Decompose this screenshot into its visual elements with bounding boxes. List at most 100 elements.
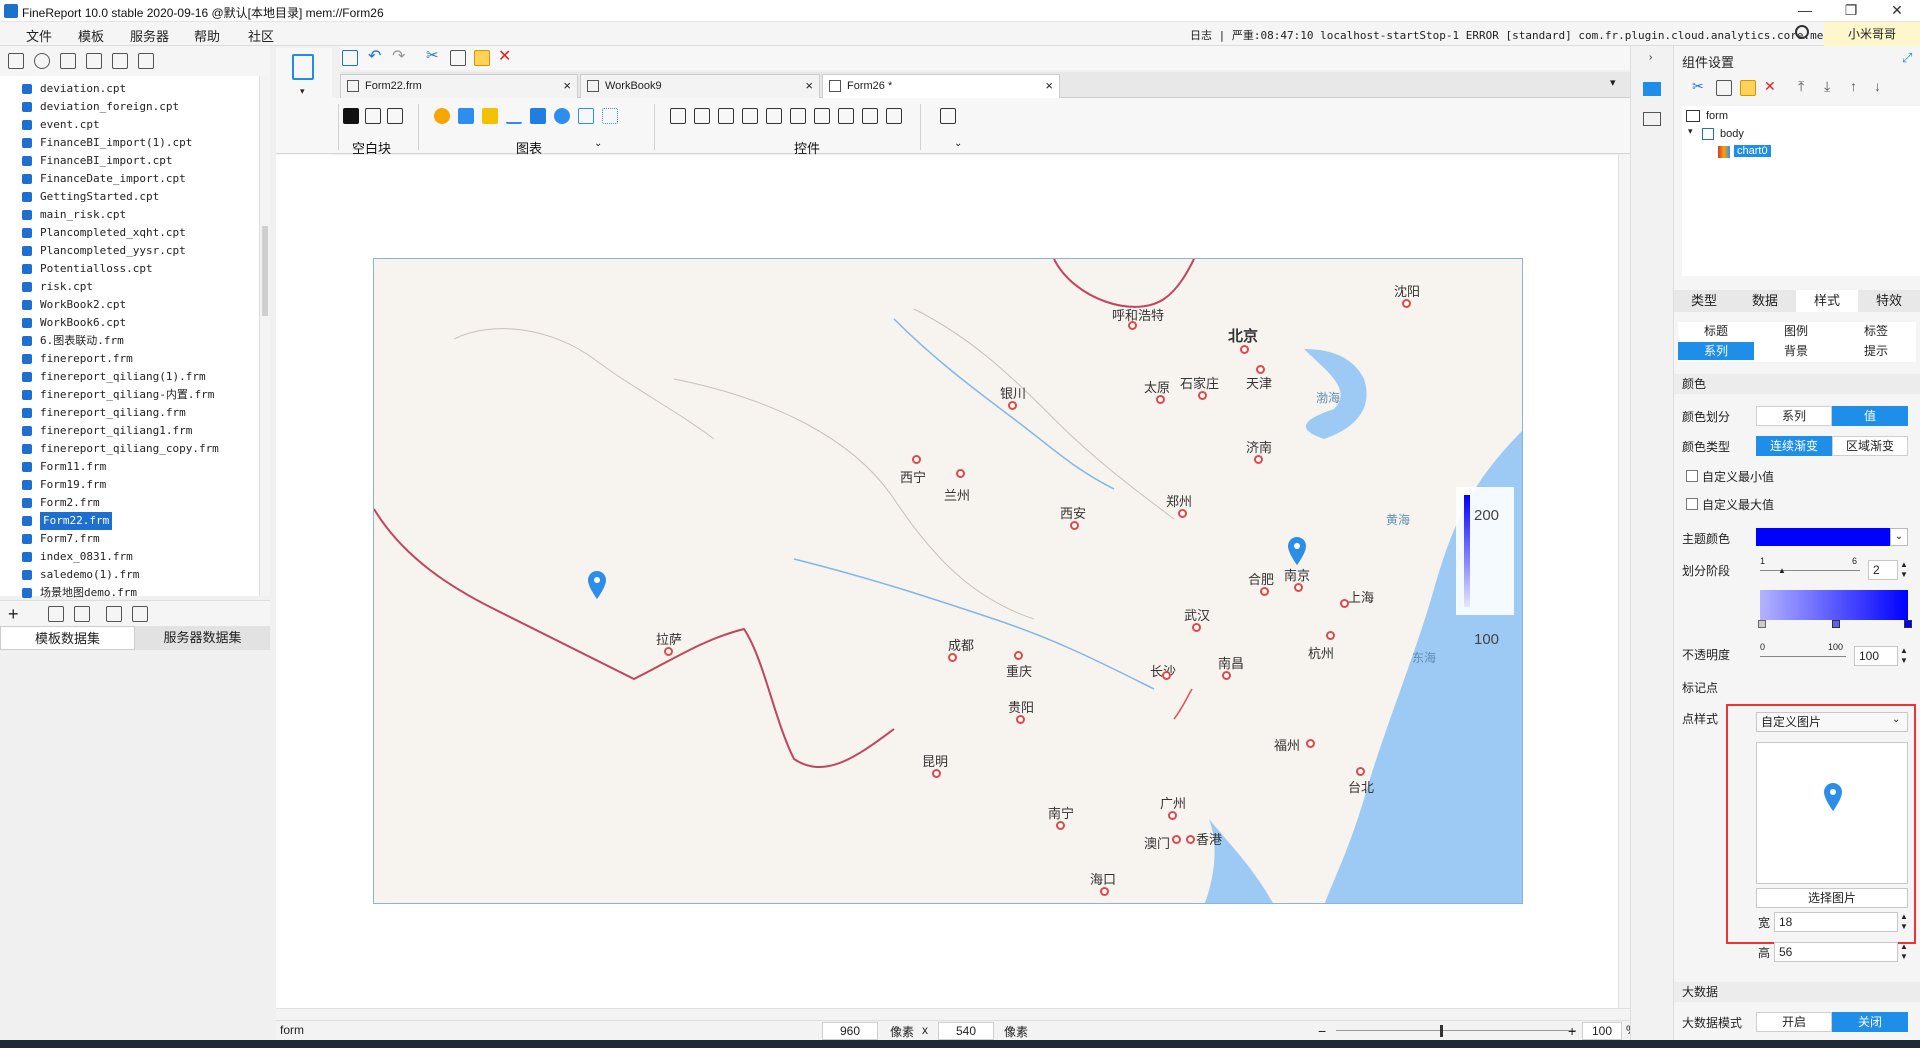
- copy-icon[interactable]: [138, 53, 154, 69]
- tab-type[interactable]: 类型: [1674, 290, 1734, 312]
- city-marker[interactable]: [912, 455, 921, 464]
- redo-icon[interactable]: ↷: [392, 46, 405, 66]
- stage-input[interactable]: 2: [1868, 560, 1898, 580]
- city-marker[interactable]: [1254, 455, 1263, 464]
- marker-height-input[interactable]: 56: [1774, 942, 1898, 962]
- widget-icon-9[interactable]: [862, 108, 878, 124]
- canvas-hscroll[interactable]: [276, 1008, 1630, 1020]
- locate-icon[interactable]: [86, 53, 102, 69]
- gauge-chart-icon[interactable]: [554, 108, 570, 124]
- zoom-slider-thumb[interactable]: [1440, 1025, 1443, 1037]
- city-marker[interactable]: [1222, 671, 1231, 680]
- theme-color-swatch[interactable]: [1756, 528, 1890, 546]
- widget-expand-icon[interactable]: ⌄: [954, 138, 962, 149]
- chevron-down-icon[interactable]: ▾: [1688, 126, 1693, 137]
- zoom-out-icon[interactable]: −: [1318, 1023, 1326, 1039]
- zoom-slider[interactable]: [1336, 1030, 1576, 1031]
- city-marker[interactable]: [1356, 767, 1365, 776]
- widget-icon-2[interactable]: [694, 108, 710, 124]
- move-bottom-icon[interactable]: ⤓: [1824, 78, 1830, 95]
- height-field[interactable]: 540: [938, 1022, 994, 1040]
- map-chart[interactable]: 沈阳 呼和浩特 北京 天津 石家庄 太原 银川 济南 西宁 兰州 西安 郑州 合…: [373, 258, 1523, 904]
- widget-icon-7[interactable]: [814, 108, 830, 124]
- widget-icon-8[interactable]: [838, 108, 854, 124]
- city-marker[interactable]: [1178, 509, 1187, 518]
- bigdata-on[interactable]: 开启: [1756, 1012, 1832, 1032]
- city-marker[interactable]: [1240, 345, 1249, 354]
- form-insert-icon[interactable]: [292, 54, 314, 80]
- city-marker[interactable]: [1260, 587, 1269, 596]
- minimize-button[interactable]: —: [1782, 0, 1828, 22]
- subtab-background[interactable]: 背景: [1758, 342, 1834, 360]
- chart-expand-icon[interactable]: ⌄: [594, 138, 602, 149]
- menu-help[interactable]: 帮助: [194, 26, 220, 45]
- line-chart-icon[interactable]: [506, 108, 522, 124]
- pie-chart-icon[interactable]: [434, 108, 450, 124]
- color-section[interactable]: 颜色: [1674, 374, 1920, 394]
- width-field[interactable]: 960: [822, 1022, 878, 1040]
- city-marker[interactable]: [1056, 821, 1065, 830]
- type-region[interactable]: 区域渐变: [1832, 436, 1908, 456]
- tab-style[interactable]: 样式: [1796, 290, 1858, 312]
- layout-icon[interactable]: [1643, 112, 1661, 126]
- tab-form22[interactable]: Form22.frm ×: [340, 74, 578, 98]
- component-settings-icon[interactable]: [1643, 82, 1661, 96]
- city-marker[interactable]: [1070, 521, 1079, 530]
- close-button[interactable]: ✕: [1874, 0, 1920, 22]
- city-marker[interactable]: [932, 769, 941, 778]
- zoom-in-icon[interactable]: +: [1568, 1023, 1576, 1039]
- block-icon-3[interactable]: [387, 108, 403, 124]
- city-marker[interactable]: [1402, 299, 1411, 308]
- cut-widget-icon[interactable]: ✂: [1692, 78, 1704, 95]
- save-icon[interactable]: [342, 50, 358, 66]
- tab-form26[interactable]: Form26 * ×: [822, 74, 1060, 98]
- paste-widget-icon[interactable]: [1740, 80, 1756, 96]
- widget-icon-1[interactable]: [670, 108, 686, 124]
- tab-data[interactable]: 数据: [1734, 290, 1796, 312]
- move-up-icon[interactable]: ↑: [1850, 78, 1857, 94]
- widget-icon-4[interactable]: [742, 108, 758, 124]
- tab-menu-icon[interactable]: ▾: [1610, 76, 1616, 89]
- area-chart-icon[interactable]: [530, 108, 546, 124]
- file-scrollbar[interactable]: [260, 76, 270, 596]
- opacity-slider[interactable]: [1760, 656, 1846, 657]
- delete-widget-icon[interactable]: ✕: [1764, 78, 1776, 95]
- cut-icon[interactable]: ✂: [426, 46, 439, 64]
- copy-widget-icon[interactable]: [1716, 80, 1732, 96]
- bar-chart-icon[interactable]: [458, 108, 474, 124]
- city-marker[interactable]: [1014, 651, 1023, 660]
- search-icon[interactable]: [1795, 25, 1809, 39]
- city-marker[interactable]: [1306, 739, 1315, 748]
- preview-icon[interactable]: [106, 606, 122, 622]
- widget-icon-6[interactable]: [790, 108, 806, 124]
- delete-tool-icon[interactable]: ✕: [498, 46, 511, 66]
- subtab-title[interactable]: 标题: [1678, 322, 1754, 340]
- open-icon[interactable]: [60, 53, 76, 69]
- city-marker[interactable]: [1162, 671, 1171, 680]
- custom-max-checkbox[interactable]: [1686, 498, 1698, 510]
- hbar-chart-icon[interactable]: [482, 108, 498, 124]
- paste-icon[interactable]: [474, 50, 490, 66]
- bigdata-section[interactable]: 大数据: [1674, 982, 1920, 1002]
- city-marker[interactable]: [1294, 583, 1303, 592]
- user-name[interactable]: 小米哥哥: [1824, 22, 1920, 46]
- city-marker[interactable]: [1340, 599, 1349, 608]
- city-marker[interactable]: [1326, 631, 1335, 640]
- add-icon[interactable]: +: [8, 604, 19, 625]
- stage-slider[interactable]: [1760, 570, 1860, 571]
- city-marker[interactable]: [1016, 715, 1025, 724]
- block-icon-1[interactable]: [343, 108, 359, 124]
- move-top-icon[interactable]: ⤒: [1798, 78, 1804, 95]
- city-marker[interactable]: [1186, 835, 1195, 844]
- remove-icon[interactable]: [74, 606, 90, 622]
- point-style-select[interactable]: 自定义图片: [1756, 712, 1908, 732]
- scatter-chart-icon[interactable]: [602, 108, 618, 124]
- custom-min-checkbox[interactable]: [1686, 470, 1698, 482]
- chevron-down-icon[interactable]: ▾: [300, 86, 305, 97]
- tab-server-dataset[interactable]: 服务器数据集: [135, 626, 270, 650]
- opacity-input[interactable]: 100: [1854, 646, 1898, 666]
- opacity-spinner[interactable]: ▲ ▼: [1900, 646, 1908, 666]
- menu-server[interactable]: 服务器: [130, 26, 169, 45]
- tree-body[interactable]: body: [1720, 128, 1744, 140]
- subtab-series[interactable]: 系列: [1678, 342, 1754, 360]
